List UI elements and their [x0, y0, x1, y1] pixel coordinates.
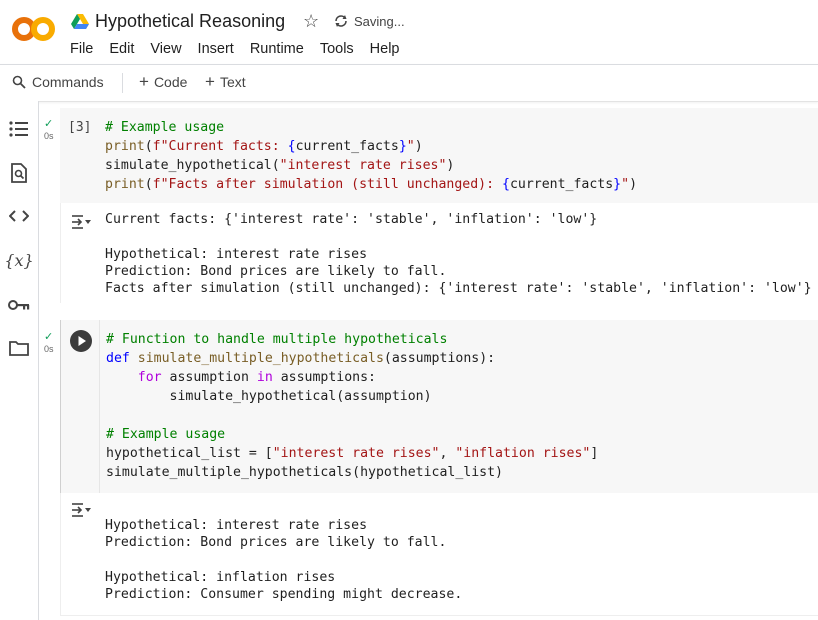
cell-output: Hypothetical: interest rate rises Predict…: [60, 493, 818, 616]
menu-insert[interactable]: Insert: [190, 41, 242, 57]
output-line: Hypothetical: inflation rises: [105, 569, 336, 585]
menu-file[interactable]: File: [62, 41, 101, 57]
run-success-check-icon: ✓: [44, 118, 54, 130]
code-line: for assumption in assumptions:: [137, 370, 376, 385]
code-line: hypothetical_list = ["interest rate rise…: [106, 446, 599, 461]
execution-count: [3]: [68, 120, 92, 135]
table-of-contents-icon[interactable]: [8, 118, 30, 140]
gutter-divider: [99, 320, 100, 493]
code-line: simulate_multiple_hypotheticals(hypothet…: [106, 465, 503, 480]
code-line: simulate_hypothetical(assumption): [106, 389, 432, 404]
code-line: # Example usage: [105, 120, 225, 135]
run-success-check-icon: ✓: [44, 331, 54, 343]
output-line: Facts after simulation (still unchanged)…: [105, 281, 812, 297]
cell-output: Current facts: {'interest rate': 'stable…: [60, 203, 818, 303]
plus-icon: +: [205, 72, 215, 91]
commands-button[interactable]: Commands: [12, 74, 104, 90]
menu-tools[interactable]: Tools: [312, 41, 362, 57]
code-cell[interactable]: [3] # Example usage print(f"Current facts…: [60, 108, 818, 203]
output-line: Hypothetical: interest rate rises: [105, 246, 368, 262]
menu-help[interactable]: Help: [362, 41, 408, 57]
add-code-button[interactable]: + Code: [139, 72, 188, 91]
play-icon: [78, 336, 86, 346]
output-text: Hypothetical: interest rate rises Predict…: [105, 517, 462, 603]
save-status: Saving...: [354, 14, 405, 29]
output-line: Prediction: Consumer spending might decr…: [105, 587, 463, 603]
code-snippets-icon[interactable]: [8, 205, 30, 227]
add-text-button[interactable]: + Text: [205, 72, 246, 91]
menu-runtime[interactable]: Runtime: [242, 41, 312, 57]
code-line: simulate_hypothetical("interest rate ris…: [105, 158, 455, 173]
commands-label: Commands: [32, 74, 104, 90]
output-line: Prediction: Bond prices are likely to fa…: [105, 535, 447, 551]
code-line: print(f"Current facts: {current_facts}"): [105, 139, 423, 154]
toolbar: Commands + Code + Text: [0, 64, 818, 102]
code-line: print(f"Facts after simulation (still un…: [105, 177, 638, 192]
search-icon: [12, 75, 26, 89]
colab-logo[interactable]: [12, 14, 56, 44]
left-sidebar: {x}: [0, 101, 39, 620]
variables-icon[interactable]: {x}: [4, 249, 33, 271]
menu-view[interactable]: View: [142, 41, 189, 57]
run-cell-button[interactable]: [70, 330, 92, 352]
output-actions-icon[interactable]: [70, 213, 92, 231]
notebook-title[interactable]: Hypothetical Reasoning: [95, 11, 285, 32]
code-cell[interactable]: # Function to handle multiple hypothetic…: [60, 320, 818, 493]
output-line: Current facts: {'interest rate': 'stable…: [105, 212, 598, 227]
code-line: # Example usage: [106, 427, 226, 442]
toolbar-divider: [122, 73, 123, 93]
text-label: Text: [219, 74, 246, 90]
exec-time: 0s: [44, 131, 54, 141]
app-header: Hypothetical Reasoning ☆ Saving... File …: [0, 0, 818, 64]
google-drive-icon[interactable]: [71, 14, 89, 30]
output-line: Hypothetical: interest rate rises: [105, 518, 368, 533]
exec-time: 0s: [44, 344, 54, 354]
star-icon[interactable]: ☆: [303, 11, 319, 32]
secrets-key-icon[interactable]: [8, 294, 30, 316]
files-folder-icon[interactable]: [8, 337, 30, 359]
code-line: # Function to handle multiple hypothetic…: [106, 332, 448, 347]
output-line: Prediction: Bond prices are likely to fa…: [105, 263, 447, 279]
code-editor[interactable]: # Example usage print(f"Current facts: {c…: [105, 118, 637, 194]
menu-bar: File Edit View Insert Runtime Tools Help: [62, 41, 408, 57]
find-icon[interactable]: [8, 162, 30, 184]
output-text: Current facts: {'interest rate': 'stable…: [105, 211, 812, 297]
code-editor[interactable]: # Function to handle multiple hypothetic…: [106, 330, 598, 482]
output-actions-icon[interactable]: [70, 501, 92, 519]
plus-icon: +: [139, 72, 149, 91]
sync-icon: [335, 15, 347, 27]
code-label: Code: [153, 74, 188, 90]
code-line: def simulate_multiple_hypotheticals(assu…: [106, 351, 496, 366]
menu-edit[interactable]: Edit: [101, 41, 142, 57]
